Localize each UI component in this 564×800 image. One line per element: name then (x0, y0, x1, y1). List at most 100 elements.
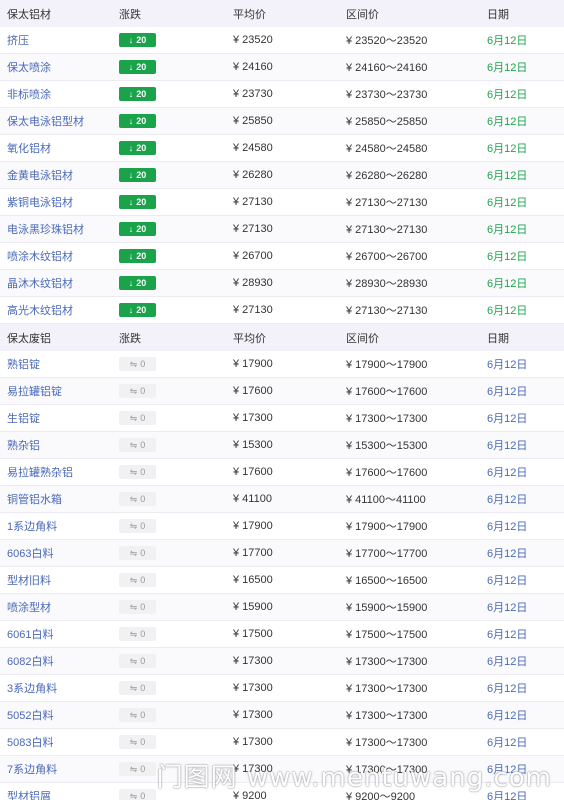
avg-price: ¥ 17600 (233, 466, 273, 478)
product-name-link[interactable]: 6061白料 (7, 629, 53, 641)
product-name-link[interactable]: 易拉罐铝锭 (7, 386, 62, 398)
avg-price: ¥ 25850 (233, 115, 273, 127)
product-name-link[interactable]: 电泳黑珍珠铝材 (7, 224, 84, 236)
product-name-link[interactable]: 6082白料 (7, 656, 53, 668)
change-badge: ↓ 20 (119, 87, 156, 101)
product-name-link[interactable]: 5083白料 (7, 737, 53, 749)
table-row: 5052白料 ⇋ 0 ¥ 17300 ¥ 17300～17300 6月12日 (0, 702, 564, 729)
price-date: 6月12日 (487, 440, 528, 452)
flat-arrows-icon: ⇋ (129, 358, 138, 369)
table-row: 生铝锭 ⇋ 0 ¥ 17300 ¥ 17300～17300 6月12日 (0, 405, 564, 432)
flat-arrows-icon: ⇋ (129, 520, 138, 531)
change-value: 0 (140, 683, 146, 693)
product-name-link[interactable]: 挤压 (7, 35, 29, 47)
price-date: 6月12日 (487, 197, 528, 209)
row-name-cell: 非标喷涂 (0, 86, 118, 102)
product-name-link[interactable]: 1系边角料 (7, 521, 57, 533)
change-value: 0 (140, 602, 146, 612)
price-date: 6月12日 (487, 89, 528, 101)
row-change-cell: ⇋ 0 (118, 384, 232, 398)
row-name-cell: 3系边角料 (0, 680, 118, 696)
product-name-link[interactable]: 喷涂型材 (7, 602, 51, 614)
row-name-cell: 易拉罐铝锭 (0, 383, 118, 399)
table-row: 高光木纹铝材 ↓ 20 ¥ 27130 ¥ 27130～27130 6月12日 (0, 297, 564, 324)
range-price: ¥ 26700～26700 (346, 251, 428, 263)
arrow-down-icon: ↓ (128, 170, 134, 180)
avg-price: ¥ 41100 (233, 493, 272, 505)
product-name-link[interactable]: 紫铜电泳铝材 (7, 197, 73, 209)
table-row: 金黄电泳铝材 ↓ 20 ¥ 26280 ¥ 26280～26280 6月12日 (0, 162, 564, 189)
product-name-link[interactable]: 3系边角料 (7, 683, 57, 695)
row-change-cell: ↓ 20 (118, 141, 232, 155)
flat-arrows-icon: ⇋ (129, 709, 138, 720)
product-name-link[interactable]: 保太电泳铝型材 (7, 116, 84, 128)
row-name-cell: 型材旧料 (0, 572, 118, 588)
product-name-link[interactable]: 型材铝屑 (7, 791, 51, 800)
product-name-link[interactable]: 熟铝锭 (7, 359, 40, 371)
change-badge: ⇋ 0 (119, 681, 156, 695)
header-range: 区间价 (346, 8, 379, 21)
product-name-link[interactable]: 喷涂木纹铝材 (7, 251, 73, 263)
row-change-cell: ⇋ 0 (118, 357, 232, 371)
change-badge: ⇋ 0 (119, 438, 156, 452)
avg-price: ¥ 28930 (233, 277, 273, 289)
change-badge: ⇋ 0 (119, 546, 156, 560)
change-value: 0 (140, 548, 146, 558)
price-date: 6月12日 (487, 116, 528, 128)
product-name-link[interactable]: 非标喷涂 (7, 89, 51, 101)
change-badge: ⇋ 0 (119, 735, 156, 749)
avg-price: ¥ 27130 (233, 304, 273, 316)
range-price: ¥ 17300～17300 (346, 683, 428, 695)
row-name-cell: 5052白料 (0, 707, 118, 723)
header-date: 日期 (487, 8, 509, 21)
product-name-link[interactable]: 6063白料 (7, 548, 53, 560)
change-badge: ⇋ 0 (119, 519, 156, 533)
avg-price: ¥ 17500 (233, 628, 273, 640)
table-row: 6063白料 ⇋ 0 ¥ 17700 ¥ 17700～17700 6月12日 (0, 540, 564, 567)
change-value: 0 (140, 359, 146, 369)
price-date: 6月12日 (487, 575, 528, 587)
table-row: 熟杂铝 ⇋ 0 ¥ 15300 ¥ 15300～15300 6月12日 (0, 432, 564, 459)
range-price: ¥ 15900～15900 (346, 602, 428, 614)
table-row: 1系边角料 ⇋ 0 ¥ 17900 ¥ 17900～17900 6月12日 (0, 513, 564, 540)
product-name-link[interactable]: 晶沐木纹铝材 (7, 278, 73, 290)
product-name-link[interactable]: 保太喷涂 (7, 62, 51, 74)
header-date: 日期 (487, 332, 509, 345)
change-value: 20 (136, 116, 147, 126)
row-name-cell: 紫铜电泳铝材 (0, 194, 118, 210)
avg-price: ¥ 17900 (233, 520, 273, 532)
product-name-link[interactable]: 铜管铝水箱 (7, 494, 62, 506)
product-name-link[interactable]: 易拉罐熟杂铝 (7, 467, 73, 479)
product-name-link[interactable]: 氧化铝材 (7, 143, 51, 155)
arrow-down-icon: ↓ (128, 251, 134, 261)
flat-arrows-icon: ⇋ (129, 412, 138, 423)
change-value: 0 (140, 737, 146, 747)
product-name-link[interactable]: 高光木纹铝材 (7, 305, 73, 317)
product-name-link[interactable]: 生铝锭 (7, 413, 40, 425)
change-badge: ↓ 20 (119, 141, 156, 155)
header-range: 区间价 (346, 332, 379, 345)
product-name-link[interactable]: 7系边角料 (7, 764, 57, 776)
change-badge: ⇋ 0 (119, 762, 156, 776)
row-change-cell: ⇋ 0 (118, 681, 232, 695)
product-name-link[interactable]: 熟杂铝 (7, 440, 40, 452)
product-name-link[interactable]: 型材旧料 (7, 575, 51, 587)
row-name-cell: 保太喷涂 (0, 59, 118, 75)
change-value: 20 (136, 170, 147, 180)
avg-price: ¥ 17300 (233, 682, 273, 694)
row-change-cell: ⇋ 0 (118, 438, 232, 452)
change-value: 0 (140, 575, 146, 585)
table-row: 3系边角料 ⇋ 0 ¥ 17300 ¥ 17300～17300 6月12日 (0, 675, 564, 702)
flat-arrows-icon: ⇋ (129, 439, 138, 450)
avg-price: ¥ 15300 (233, 439, 273, 451)
row-change-cell: ↓ 20 (118, 303, 232, 317)
row-change-cell: ↓ 20 (118, 222, 232, 236)
arrow-down-icon: ↓ (128, 224, 134, 234)
product-name-link[interactable]: 金黄电泳铝材 (7, 170, 73, 182)
table-row: 喷涂木纹铝材 ↓ 20 ¥ 26700 ¥ 26700～26700 6月12日 (0, 243, 564, 270)
avg-price: ¥ 26700 (233, 250, 273, 262)
range-price: ¥ 24160～24160 (346, 62, 428, 74)
price-date: 6月12日 (487, 143, 528, 155)
change-badge: ⇋ 0 (119, 384, 156, 398)
product-name-link[interactable]: 5052白料 (7, 710, 53, 722)
